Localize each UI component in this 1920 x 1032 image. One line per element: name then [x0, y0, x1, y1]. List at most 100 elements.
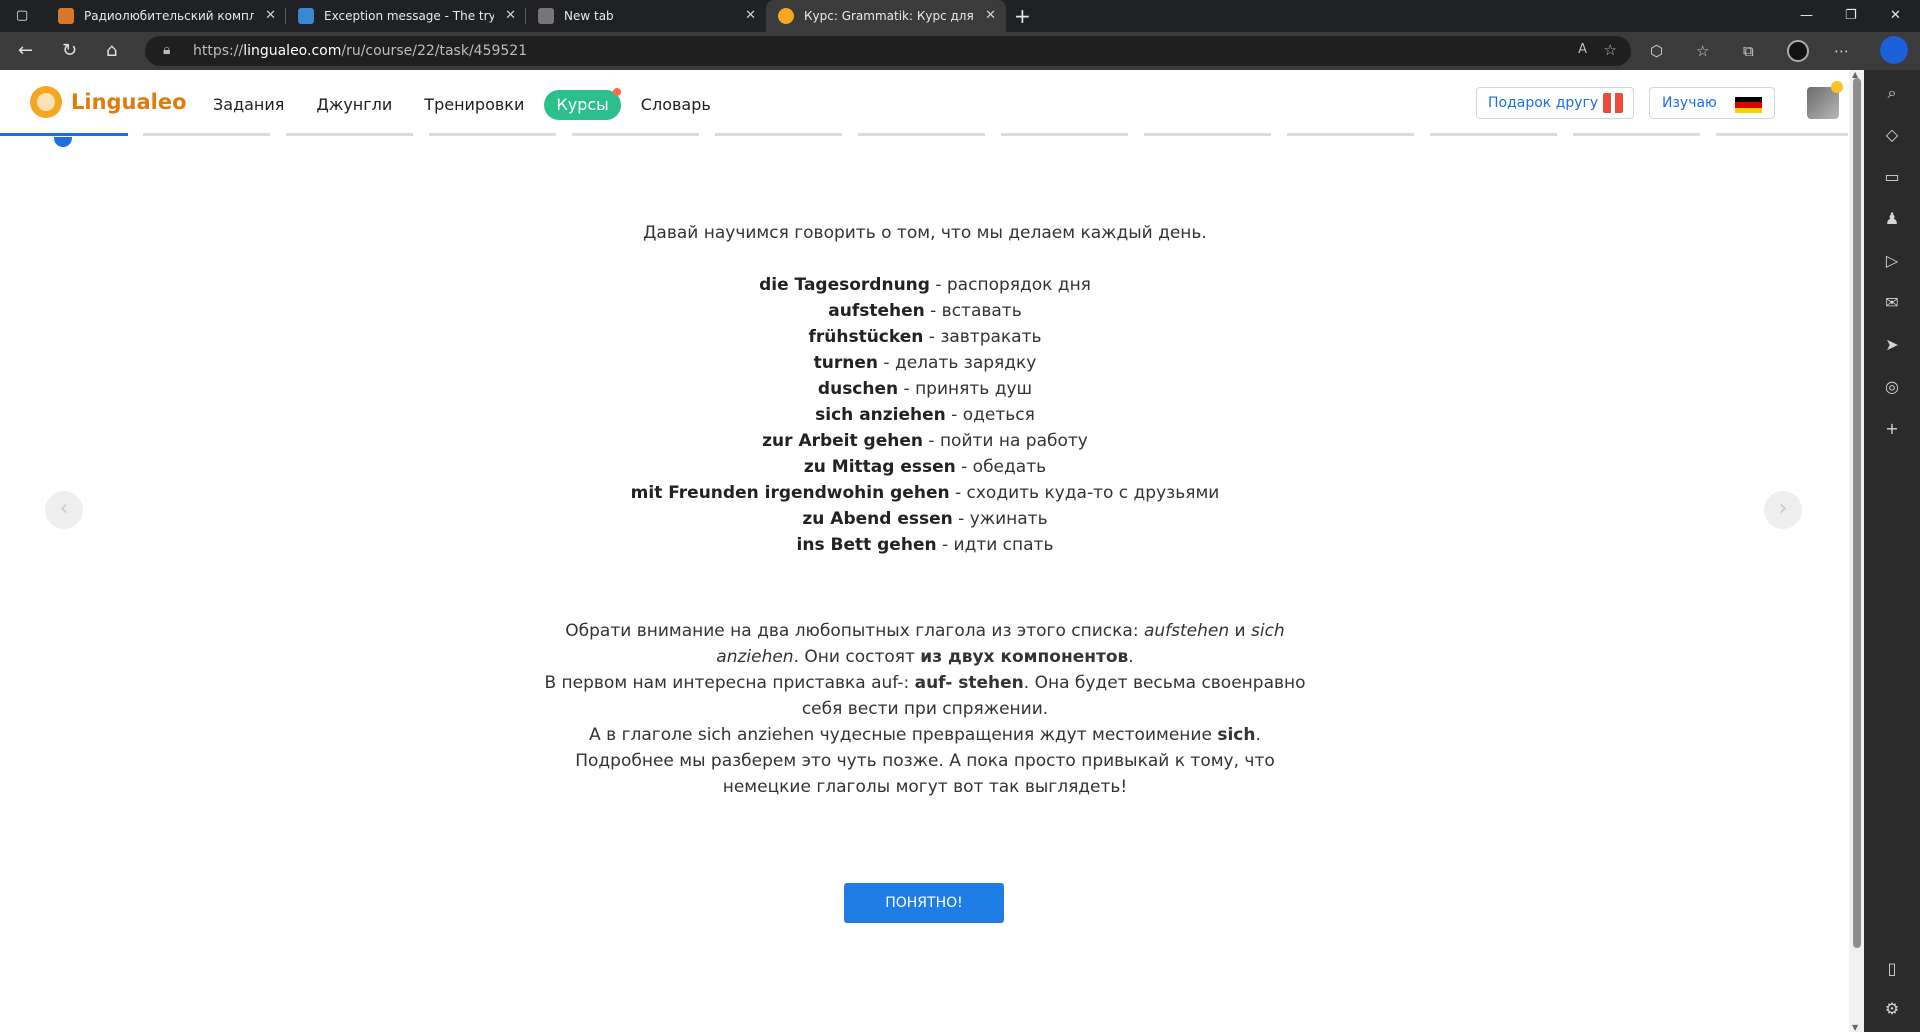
progress-segment[interactable]	[1144, 133, 1271, 136]
browser-tab-1[interactable]: Радиолюбительский комплект ✕	[46, 0, 286, 32]
restore-icon[interactable]: ❐	[1845, 8, 1857, 23]
shopping-tag-icon[interactable]: ◇	[1882, 125, 1902, 145]
close-tab-icon[interactable]: ✕	[505, 8, 516, 23]
home-icon[interactable]: ⌂	[106, 41, 117, 61]
address-bar[interactable]: 🔒︎ https://lingualeo.com/ru/course/22/ta…	[145, 36, 1631, 66]
minimize-icon[interactable]: —	[1800, 8, 1813, 23]
note-bold: из двух компонентов	[920, 647, 1129, 667]
progress-segment[interactable]	[1287, 133, 1414, 136]
favorites-icon[interactable]: ☆	[1696, 42, 1709, 60]
vocab-russian: - принять душ	[898, 379, 1033, 399]
progress-segment[interactable]	[1001, 133, 1128, 136]
user-avatar[interactable]	[1807, 81, 1843, 119]
note-text: Обрати внимание на два любопытных глагол…	[565, 621, 1144, 641]
vocab-russian: - идти спать	[936, 535, 1054, 555]
url-text[interactable]: https://lingualeo.com/ru/course/22/task/…	[193, 43, 527, 59]
read-aloud-icon[interactable]: A	[1578, 42, 1587, 57]
scroll-down-icon[interactable]: ▼	[1852, 1023, 1858, 1032]
add-icon[interactable]: +	[1882, 419, 1902, 439]
next-arrow-button[interactable]: ›	[1764, 491, 1802, 529]
favorite-add-icon[interactable]: ☆	[1604, 41, 1617, 59]
progress-segment[interactable]	[1573, 133, 1700, 136]
tab-actions-icon[interactable]: ▢	[16, 8, 28, 23]
german-flag-icon	[1735, 97, 1762, 113]
logo-text: Lingualeo	[71, 90, 187, 114]
vocab-german: zu Abend essen	[802, 509, 953, 529]
tab-title: Exception message - The try-cat	[324, 9, 494, 23]
games-icon[interactable]: ♟	[1882, 209, 1902, 229]
bing-copilot-icon[interactable]	[1880, 36, 1908, 64]
vocab-russian: - распорядок дня	[929, 275, 1091, 295]
understood-button[interactable]: ПОНЯТНО!	[844, 883, 1004, 923]
tab-favicon	[298, 8, 314, 24]
note-text: В первом нам интересна приставка auf-:	[544, 673, 915, 693]
close-tab-icon[interactable]: ✕	[745, 8, 756, 23]
vocab-russian: - вставать	[924, 301, 1022, 321]
vocab-russian: - завтракать	[923, 327, 1042, 347]
gift-friend-button[interactable]: Подарок другу	[1476, 87, 1634, 119]
progress-segment[interactable]	[143, 133, 270, 136]
lion-logo-icon	[30, 86, 62, 118]
vocab-item: ins Bett gehen - идти спать	[540, 532, 1310, 558]
nav-item-trainings[interactable]: Тренировки	[424, 90, 524, 120]
prev-arrow-button[interactable]: ‹	[45, 491, 83, 529]
browser-tab-2[interactable]: Exception message - The try-cat ✕	[286, 0, 526, 32]
progress-segment[interactable]	[429, 133, 556, 136]
close-window-icon[interactable]: ✕	[1890, 8, 1901, 23]
note-text: .	[1128, 647, 1134, 667]
progress-segment[interactable]	[715, 133, 842, 136]
nav-item-jungle[interactable]: Джунгли	[316, 90, 392, 120]
extensions-icon[interactable]: ⬡	[1650, 42, 1663, 60]
back-icon[interactable]: ←	[18, 41, 33, 61]
collections-icon[interactable]: ⧉	[1743, 42, 1754, 60]
reload-icon[interactable]: ↻	[62, 41, 77, 61]
progress-segment[interactable]	[858, 133, 985, 136]
vocab-russian: - сходить куда-то с друзьями	[949, 483, 1220, 503]
hide-sidebar-icon[interactable]: ▯	[1882, 959, 1902, 979]
close-tab-icon[interactable]: ✕	[985, 8, 996, 23]
page-scrollbar[interactable]: ▲ ▼	[1849, 70, 1864, 1032]
browser-tab-bar: ▢ Радиолюбительский комплект ✕ Exception…	[0, 0, 1920, 32]
progress-segment[interactable]	[286, 133, 413, 136]
progress-segment[interactable]	[572, 133, 699, 136]
learning-language-button[interactable]: Изучаю	[1649, 87, 1775, 119]
scrollbar-thumb[interactable]	[1853, 78, 1861, 948]
outlook-icon[interactable]: ✉	[1882, 293, 1902, 313]
vocab-german: mit Freunden irgendwohin gehen	[630, 483, 950, 503]
gift-label: Подарок другу	[1488, 95, 1599, 111]
close-tab-icon[interactable]: ✕	[265, 8, 276, 23]
send-icon[interactable]: ➤	[1882, 335, 1902, 355]
nav-item-dictionary[interactable]: Словарь	[641, 90, 711, 120]
progress-current-marker	[54, 137, 72, 147]
browser-tab-3[interactable]: New tab ✕	[526, 0, 766, 32]
search-icon[interactable]: ⌕	[1882, 83, 1902, 103]
note-text: Подробнее мы разберем это чуть позже. А …	[575, 751, 1275, 797]
profile-icon[interactable]	[1787, 40, 1809, 62]
progress-segment[interactable]	[1716, 133, 1848, 136]
vocab-german: ins Bett gehen	[796, 535, 937, 555]
vocab-german: turnen	[813, 353, 879, 373]
note-bold: sich	[1217, 725, 1256, 745]
note-text: .	[1255, 725, 1261, 745]
drop-icon[interactable]: ◎	[1882, 377, 1902, 397]
vocab-german: duschen	[817, 379, 899, 399]
vocab-item: zu Abend essen - ужинать	[540, 506, 1310, 532]
lock-icon[interactable]: 🔒︎	[163, 42, 170, 58]
copilot-play-icon[interactable]: ▷	[1882, 251, 1902, 271]
nav-item-courses[interactable]: Курсы	[544, 88, 622, 120]
lesson-progress-bar	[0, 133, 1849, 137]
progress-segment[interactable]	[0, 133, 128, 136]
vocab-item: zur Arbeit gehen - пойти на работу	[540, 428, 1310, 454]
more-icon[interactable]: ⋯	[1834, 42, 1849, 60]
lingualeo-logo[interactable]: Lingualeo	[30, 86, 187, 118]
tab-title: New tab	[564, 9, 614, 23]
new-tab-button[interactable]: +	[1014, 4, 1031, 28]
lesson-note: Обрати внимание на два любопытных глагол…	[540, 618, 1310, 800]
browser-tab-4-active[interactable]: Курс: Grammatik: Курс для начи ✕	[766, 0, 1006, 32]
note-italic: aufstehen	[1143, 621, 1230, 641]
progress-segment[interactable]	[1430, 133, 1557, 136]
tools-icon[interactable]: ▭	[1882, 167, 1902, 187]
nav-item-tasks[interactable]: Задания	[213, 90, 284, 120]
settings-gear-icon[interactable]: ⚙	[1882, 999, 1902, 1019]
note-text: и	[1229, 621, 1251, 641]
